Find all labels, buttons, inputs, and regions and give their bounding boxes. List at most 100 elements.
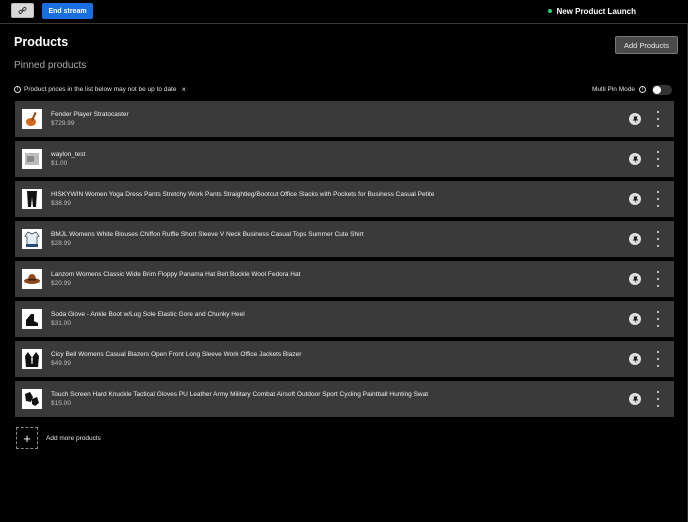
more-dot: [657, 311, 659, 313]
product-price: $729.99: [51, 120, 75, 127]
pin-icon: [632, 195, 638, 203]
product-thumbnail: [22, 309, 42, 329]
info-icon[interactable]: i: [639, 86, 646, 93]
live-indicator-icon: [548, 9, 553, 13]
product-thumbnail: [22, 389, 42, 409]
more-options-button[interactable]: [655, 151, 661, 167]
product-row[interactable]: Soda Glove - Ankle Boot w/Lug Sole Elast…: [15, 301, 674, 337]
more-dot: [657, 325, 659, 327]
more-dot: [657, 358, 659, 360]
more-options-button[interactable]: [655, 311, 661, 327]
more-dot: [657, 285, 659, 287]
pin-button[interactable]: [629, 313, 641, 325]
link-icon: [18, 7, 27, 14]
product-name: Fender Player Stratocaster: [51, 111, 129, 118]
product-thumbnail: [22, 149, 42, 169]
copy-link-button[interactable]: [11, 3, 34, 18]
more-options-button[interactable]: [655, 271, 661, 287]
more-dot: [657, 351, 659, 353]
pin-button[interactable]: [629, 113, 641, 125]
product-list: Fender Player Stratocaster $729.99 waylo…: [15, 101, 674, 421]
section-title: Pinned products: [14, 60, 87, 71]
product-name: waylon_test: [51, 151, 86, 158]
multi-pin-mode: Multi Pin Mode i: [592, 84, 672, 95]
more-options-button[interactable]: [655, 391, 661, 407]
more-dot: [657, 365, 659, 367]
product-thumbnail: [22, 109, 42, 129]
more-dot: [657, 238, 659, 240]
close-icon[interactable]: ×: [181, 85, 186, 94]
product-row[interactable]: BMJL Womens White Blouses Chiffon Ruffle…: [15, 221, 674, 257]
more-dot: [657, 111, 659, 113]
product-row[interactable]: waylon_test $1.00: [15, 141, 674, 177]
blouse-thumbnail: [24, 231, 40, 247]
more-dot: [657, 165, 659, 167]
more-dot: [657, 118, 659, 120]
more-dot: [657, 231, 659, 233]
product-thumbnail: [22, 189, 42, 209]
product-row[interactable]: HISKYWIN Women Yoga Dress Pants Stretchy…: [15, 181, 674, 217]
product-name: Touch Screen Hard Knuckle Tactical Glove…: [51, 391, 429, 398]
more-dot: [657, 125, 659, 127]
more-options-button[interactable]: [655, 111, 661, 127]
pin-button[interactable]: [629, 193, 641, 205]
product-name: Soda Glove - Ankle Boot w/Lug Sole Elast…: [51, 311, 245, 318]
more-dot: [657, 278, 659, 280]
product-price: $1.00: [51, 160, 68, 167]
pin-icon: [632, 155, 638, 163]
more-dot: [657, 191, 659, 193]
page-title: Products: [14, 35, 69, 49]
more-options-button[interactable]: [655, 191, 661, 207]
add-more-products[interactable]: + Add more products: [16, 426, 101, 450]
test-thumbnail: [25, 153, 39, 165]
info-icon: i: [14, 85, 21, 93]
more-dot: [657, 245, 659, 247]
more-dot: [657, 391, 659, 393]
pin-button[interactable]: [629, 233, 641, 245]
pin-button[interactable]: [629, 353, 641, 365]
end-stream-button[interactable]: End stream: [42, 3, 93, 19]
toggle-knob: [653, 85, 661, 94]
pin-button[interactable]: [629, 393, 641, 405]
product-thumbnail: [22, 349, 42, 369]
pin-icon: [632, 395, 638, 403]
blazer-thumbnail: [25, 352, 39, 367]
hat-thumbnail: [24, 274, 40, 284]
product-row[interactable]: Lanzom Womens Classic Wide Brim Floppy P…: [15, 261, 674, 297]
price-notice: i Product prices in the list below may n…: [14, 84, 186, 94]
pin-icon: [632, 275, 638, 283]
product-row[interactable]: Touch Screen Hard Knuckle Tactical Glove…: [15, 381, 674, 417]
stream-title: New Product Launch: [556, 6, 636, 16]
product-price: $49.99: [51, 360, 71, 367]
product-name: Cicy Bell Womens Casual Blazers Open Fro…: [51, 351, 302, 358]
product-row[interactable]: Cicy Bell Womens Casual Blazers Open Fro…: [15, 341, 674, 377]
product-name: HISKYWIN Women Yoga Dress Pants Stretchy…: [51, 191, 435, 198]
product-price: $15.00: [51, 400, 71, 407]
pin-icon: [632, 315, 638, 323]
multi-pin-toggle[interactable]: [652, 84, 672, 95]
product-price: $28.99: [51, 240, 71, 247]
pin-icon: [632, 355, 638, 363]
product-price: $20.99: [51, 280, 71, 287]
pin-button[interactable]: [629, 153, 641, 165]
more-options-button[interactable]: [655, 231, 661, 247]
multi-pin-label: Multi Pin Mode: [592, 86, 635, 93]
product-thumbnail: [22, 269, 42, 289]
boot-thumbnail: [26, 314, 38, 326]
top-bar: End stream New Product Launch: [0, 0, 688, 24]
price-notice-text: Product prices in the list below may not…: [24, 85, 177, 93]
pin-icon: [632, 115, 638, 123]
gloves-thumbnail: [25, 392, 39, 406]
product-thumbnail: [22, 229, 42, 249]
more-dot: [657, 158, 659, 160]
more-options-button[interactable]: [655, 351, 661, 367]
product-price: $31.00: [51, 320, 71, 327]
product-name: Lanzom Womens Classic Wide Brim Floppy P…: [51, 271, 301, 278]
add-more-label: Add more products: [46, 434, 101, 442]
pin-button[interactable]: [629, 273, 641, 285]
add-products-button[interactable]: Add Products: [615, 36, 678, 54]
more-dot: [657, 271, 659, 273]
product-row[interactable]: Fender Player Stratocaster $729.99: [15, 101, 674, 137]
plus-icon[interactable]: +: [16, 427, 38, 449]
more-dot: [657, 318, 659, 320]
